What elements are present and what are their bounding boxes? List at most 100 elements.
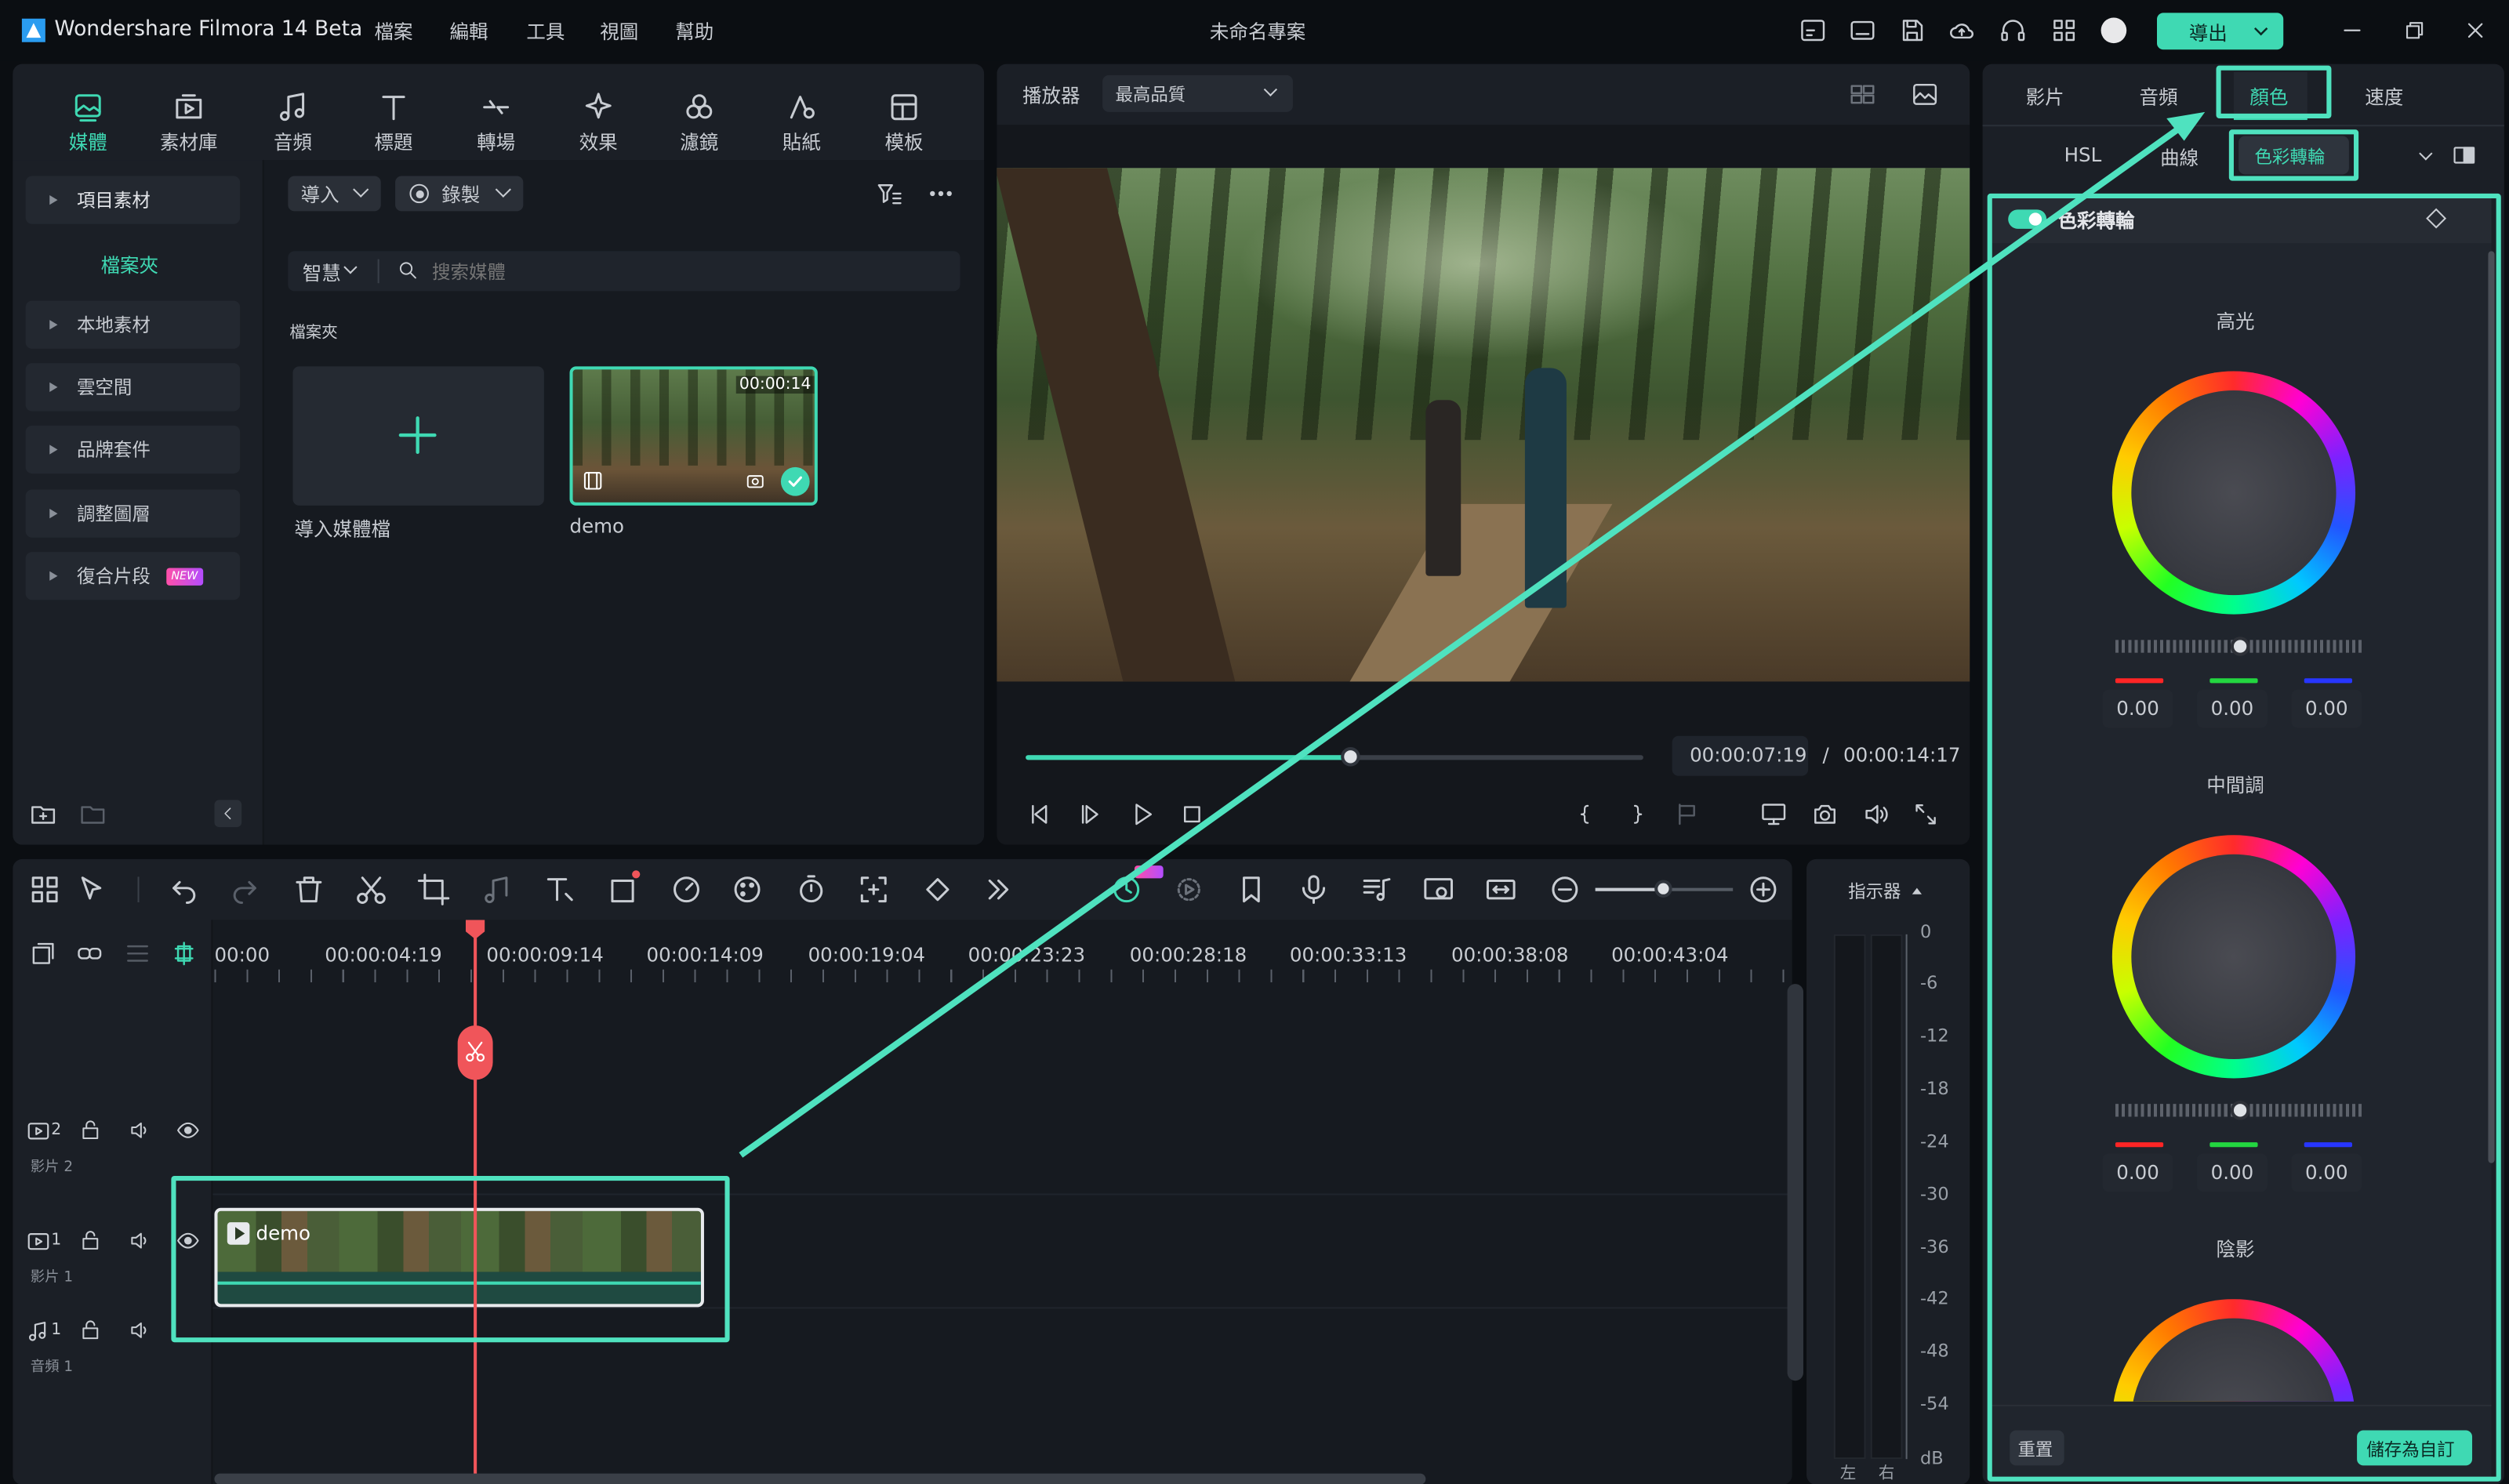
toolbar-titles[interactable]: 標題: [354, 89, 434, 154]
restore-icon[interactable]: [2402, 16, 2427, 45]
mark-in-icon[interactable]: [1573, 800, 1599, 829]
record-dropdown[interactable]: 錄製: [395, 176, 524, 212]
midtones-color-wheel[interactable]: [2111, 835, 2356, 1079]
select-cursor-icon[interactable]: [75, 872, 111, 907]
menu-edit[interactable]: 編輯: [449, 17, 488, 45]
color-palette-icon[interactable]: [730, 872, 765, 907]
current-time-box[interactable]: 00:00:07:19: [1672, 735, 1809, 776]
sidebar-item-local-media[interactable]: 本地素材: [25, 300, 241, 349]
toolbar-transitions[interactable]: 轉場: [456, 89, 536, 154]
tab-video[interactable]: 影片: [2026, 83, 2064, 111]
cloud-sync-icon[interactable]: [1799, 16, 1828, 45]
timeline-horizontal-scrollbar[interactable]: [214, 1473, 1426, 1484]
auto-reframe-icon[interactable]: [1171, 872, 1207, 907]
playhead-line[interactable]: [474, 927, 477, 1484]
undo-icon[interactable]: [166, 872, 202, 907]
camera-snapshot-icon[interactable]: [1810, 800, 1840, 829]
filter-sort-icon[interactable]: [873, 180, 906, 209]
highlights-red-value[interactable]: 0.00: [2102, 689, 2173, 728]
toolbar-audio[interactable]: 音頻: [252, 89, 332, 154]
audio-mix-icon[interactable]: [1359, 872, 1394, 907]
text-tool-icon[interactable]: [543, 872, 578, 907]
midtones-green-value[interactable]: 0.00: [2197, 1153, 2268, 1192]
menu-view[interactable]: 視圖: [600, 17, 638, 45]
volume-icon[interactable]: [1861, 800, 1891, 829]
export-chevron-icon[interactable]: [2253, 22, 2268, 36]
close-icon[interactable]: [2463, 16, 2489, 45]
toolbar-effects[interactable]: 效果: [558, 89, 638, 154]
zoom-slider[interactable]: [1595, 880, 1734, 898]
save-as-custom-button[interactable]: 儲存為自訂: [2357, 1430, 2473, 1466]
split-button[interactable]: [457, 1025, 493, 1080]
motion-track-icon[interactable]: [856, 872, 891, 907]
more-tools-icon[interactable]: [981, 872, 1016, 907]
import-media-tile[interactable]: [292, 366, 544, 506]
prev-frame-icon[interactable]: [1026, 800, 1055, 829]
meter-chevron-icon[interactable]: [1912, 887, 1923, 894]
subtab-color-wheels-active[interactable]: 色彩轉輪: [2238, 136, 2349, 175]
menu-file[interactable]: 檔案: [375, 17, 413, 45]
avatar[interactable]: [2101, 17, 2127, 44]
minimize-icon[interactable]: [2340, 16, 2366, 45]
tab-audio[interactable]: 音頻: [2140, 83, 2178, 111]
grid-view-icon[interactable]: [1846, 80, 1879, 109]
apps-grid-icon[interactable]: [2050, 16, 2079, 45]
cloud-upload-icon[interactable]: [1948, 16, 1977, 45]
mark-out-icon[interactable]: [1624, 800, 1650, 829]
sidebar-folder[interactable]: 檔案夾: [101, 251, 159, 278]
highlights-green-value[interactable]: 0.00: [2197, 689, 2268, 728]
menu-help[interactable]: 幫助: [675, 17, 713, 45]
fullscreen-icon[interactable]: [1912, 800, 1940, 829]
subtab-curves[interactable]: 曲線: [2160, 144, 2199, 172]
midtones-level-slider[interactable]: [2115, 1101, 2366, 1120]
toolbar-stock[interactable]: 素材庫: [149, 89, 229, 154]
sidebar-item-cloud[interactable]: 雲空間: [25, 363, 241, 412]
next-frame-icon[interactable]: [1077, 800, 1106, 829]
tab-speed[interactable]: 速度: [2365, 83, 2403, 111]
midtones-blue-value[interactable]: 0.00: [2291, 1153, 2362, 1192]
display-settings-icon[interactable]: [1759, 800, 1789, 829]
timer-icon[interactable]: [793, 872, 829, 907]
sidebar-item-brand-kit[interactable]: 品牌套件: [25, 425, 241, 474]
midtones-red-value[interactable]: 0.00: [2102, 1153, 2173, 1192]
toolbar-templates[interactable]: 模板: [864, 89, 944, 154]
color-wheels-toggle[interactable]: [2008, 209, 2047, 229]
export-button[interactable]: 導出: [2156, 13, 2284, 50]
play-icon[interactable]: [1128, 800, 1157, 829]
speed-icon[interactable]: [669, 872, 704, 907]
highlights-level-slider[interactable]: [2115, 637, 2366, 656]
stop-icon[interactable]: [1178, 800, 1207, 829]
snapshot-image-icon[interactable]: [1909, 80, 1941, 109]
reset-button[interactable]: 重置: [2010, 1430, 2064, 1466]
track-manage-icon[interactable]: [123, 939, 152, 968]
toolbar-media[interactable]: 媒體: [48, 89, 128, 154]
compare-split-icon[interactable]: [2452, 143, 2478, 169]
shadows-color-wheel[interactable]: [2111, 1299, 2356, 1402]
more-options-icon[interactable]: [925, 180, 957, 209]
new-folder-icon[interactable]: [29, 800, 58, 829]
media-clip-thumbnail[interactable]: 00:00:14: [569, 366, 818, 506]
smart-chevron-icon[interactable]: [343, 260, 358, 274]
marker-icon[interactable]: [1233, 872, 1269, 907]
sidebar-item-adjustment-layer[interactable]: 調整圖層: [25, 489, 241, 538]
marker-options-icon[interactable]: [1674, 800, 1703, 829]
tab-color-active[interactable]: 顏色: [2233, 71, 2307, 121]
smart-filter-label[interactable]: 智慧: [303, 259, 341, 287]
delete-icon[interactable]: [291, 872, 326, 907]
folder-icon[interactable]: [78, 800, 107, 829]
add-track-icon[interactable]: [29, 939, 58, 968]
quality-dropdown[interactable]: 最高品質: [1102, 74, 1293, 112]
track-2-eye-icon[interactable]: [176, 1119, 200, 1143]
track-1-volume-icon[interactable]: [128, 1228, 152, 1253]
keyframe-icon[interactable]: [920, 872, 955, 907]
preview-render-icon[interactable]: [1421, 872, 1456, 907]
sidebar-item-project-media[interactable]: 項目素材: [25, 176, 241, 224]
zoom-out-icon[interactable]: [1547, 872, 1582, 907]
player-progress-track[interactable]: [1026, 747, 1643, 767]
crop-icon[interactable]: [416, 872, 452, 907]
midtones-level-knob[interactable]: [2230, 1101, 2250, 1120]
highlights-blue-value[interactable]: 0.00: [2291, 689, 2362, 728]
highlights-level-knob[interactable]: [2230, 637, 2250, 656]
layout-grid-icon[interactable]: [27, 872, 63, 907]
menu-tools[interactable]: 工具: [526, 17, 565, 45]
